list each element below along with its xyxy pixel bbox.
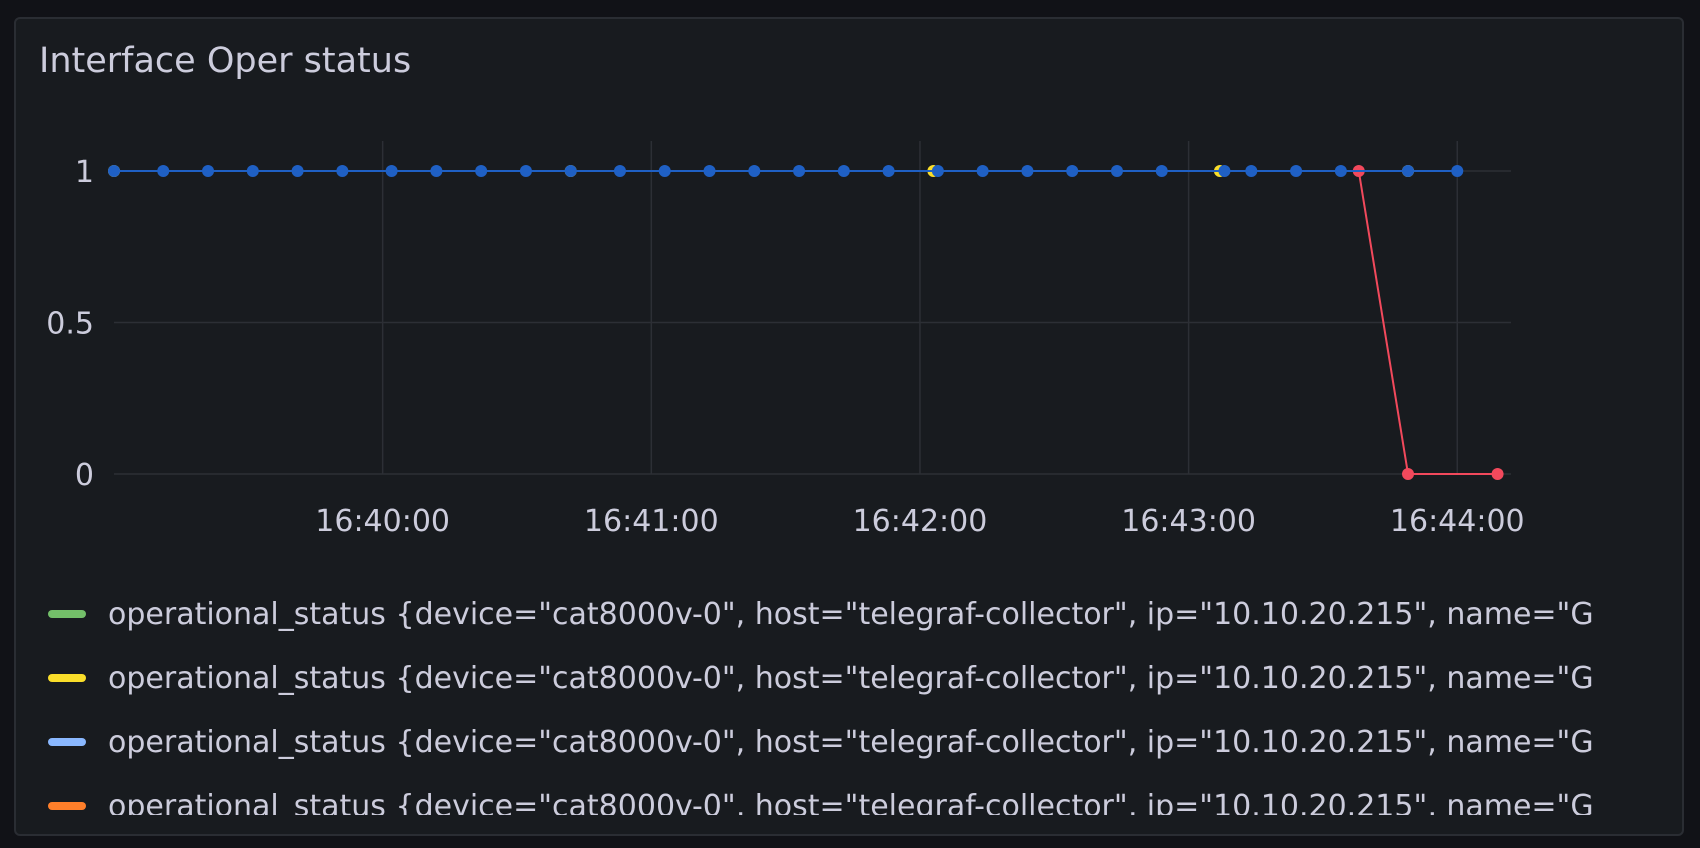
series-point [748, 165, 761, 177]
x-tick-label: 16:42:00 [853, 504, 988, 539]
legend-swatch [48, 802, 86, 810]
series-point [519, 165, 532, 177]
series-point [1290, 165, 1303, 177]
time-series-chart[interactable]: 00.51 16:40:00 16:41:00 16:42:00 16:43:00 16… [16, 19, 1684, 579]
series-point [976, 165, 989, 177]
series-point [564, 165, 577, 177]
chart-grid [114, 141, 1511, 475]
series-point [385, 165, 398, 177]
x-tick-label: 16:44:00 [1390, 504, 1525, 539]
series-point [1334, 165, 1347, 177]
series-point [1451, 165, 1464, 177]
series-point [336, 165, 349, 177]
legend-label: operational_status {device="cat8000v-0",… [108, 788, 1594, 816]
legend-item[interactable]: operational_status {device="cat8000v-0",… [48, 589, 1594, 639]
series-point [1491, 468, 1504, 480]
series-point [793, 165, 806, 177]
legend-label: operational_status {device="cat8000v-0",… [108, 724, 1594, 760]
series-point [658, 165, 671, 177]
series-point [1218, 165, 1231, 177]
x-tick-label: 16:41:00 [584, 504, 719, 539]
series-point [430, 165, 443, 177]
chart-legend: operational_status {device="cat8000v-0",… [48, 589, 1668, 815]
x-axis: 16:40:00 16:41:00 16:42:00 16:43:00 16:44:00 [315, 504, 1524, 539]
series-point [108, 165, 120, 177]
series-point [1110, 165, 1123, 177]
legend-label: operational_status {device="cat8000v-0",… [108, 596, 1594, 632]
legend-swatch [48, 674, 86, 682]
series-point [613, 165, 626, 177]
legend-swatch [48, 610, 86, 618]
y-tick-label: 0.5 [46, 307, 94, 342]
series-point [202, 165, 215, 177]
series-point [1402, 165, 1415, 177]
series-point [931, 165, 944, 177]
series-point [1245, 165, 1258, 177]
series-point [157, 165, 170, 177]
legend-swatch [48, 738, 86, 746]
series-point [1066, 165, 1079, 177]
legend-item[interactable]: operational_status {device="cat8000v-0",… [48, 653, 1594, 703]
series-point [882, 165, 895, 177]
series-point [475, 165, 488, 177]
series-point [291, 165, 304, 177]
series-point [837, 165, 850, 177]
chart-panel: Interface Oper status 0 0.5 1 16:40:00 16:4… [14, 17, 1684, 836]
y-tick-label: 1 [75, 155, 94, 190]
legend-item[interactable]: operational_status {device="cat8000v-0",… [48, 781, 1594, 815]
series-point [703, 165, 716, 177]
legend-item[interactable]: operational_status {device="cat8000v-0",… [48, 717, 1594, 767]
x-tick-label: 16:40:00 [315, 504, 450, 539]
legend-label: operational_status {device="cat8000v-0",… [108, 660, 1594, 696]
series-point [1021, 165, 1034, 177]
y-axis: 00.51 [46, 155, 94, 493]
series-point [1402, 468, 1415, 480]
series-point [246, 165, 259, 177]
series-point [1155, 165, 1168, 177]
x-tick-label: 16:43:00 [1121, 504, 1256, 539]
y-tick-label: 0 [75, 458, 94, 493]
